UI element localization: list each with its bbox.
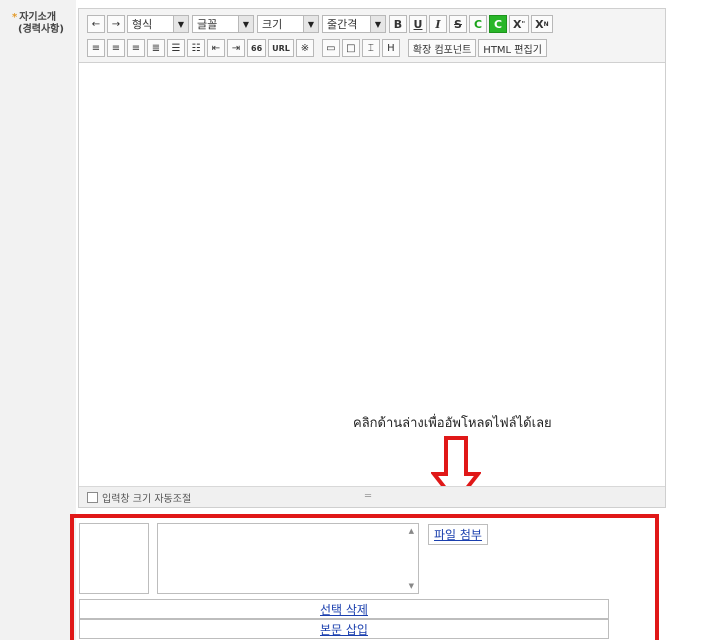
- align-center-icon[interactable]: ≡: [107, 39, 125, 57]
- underline-button[interactable]: U: [409, 15, 427, 33]
- background-color-button[interactable]: C: [489, 15, 507, 33]
- editor-toolbar: ← → 형식 ▼ 글꼴 ▼ 크기 ▼ 줄간격 ▼ B U I S C C X "…: [79, 9, 665, 63]
- line-height-select-label: 줄간격: [327, 18, 358, 31]
- html-editor-button[interactable]: HTML 편집기: [478, 39, 547, 57]
- italic-button[interactable]: I: [429, 15, 447, 33]
- align-left-icon[interactable]: ≡: [87, 39, 105, 57]
- font-select-label: 글꼴: [197, 18, 218, 31]
- font-select[interactable]: 글꼴 ▼: [192, 15, 254, 33]
- unordered-list-icon[interactable]: ☷: [187, 39, 205, 57]
- table-row-icon[interactable]: H: [381, 39, 400, 57]
- toolbar-row-2: ≡ ≡ ≡ ≣ ☰ ☷ ⇤ ⇥ 66 URL ※ ▭ □ ⌶ H 확장 컴포넌트…: [87, 38, 549, 58]
- bold-button[interactable]: B: [389, 15, 407, 33]
- url-button[interactable]: URL: [268, 39, 294, 57]
- label-column: * 자기소개 (경력사항): [0, 0, 76, 640]
- line-height-select[interactable]: 줄간격 ▼: [322, 15, 386, 33]
- size-select[interactable]: 크기 ▼: [257, 15, 319, 33]
- table-cell-icon[interactable]: □: [341, 39, 360, 57]
- superscript-main: X: [513, 17, 522, 31]
- required-mark: *: [12, 12, 18, 23]
- attach-file-button[interactable]: 파일 첨부: [428, 524, 488, 545]
- superscript-mark: ": [521, 20, 526, 28]
- format-select-label: 형식: [132, 18, 153, 31]
- indent-icon[interactable]: ⇥: [227, 39, 245, 57]
- subscript-button[interactable]: XN: [531, 15, 553, 33]
- font-color-button[interactable]: C: [469, 15, 487, 33]
- quote-icon[interactable]: 66: [247, 39, 267, 57]
- strikethrough-button[interactable]: S: [449, 15, 467, 33]
- editor-content-area[interactable]: คลิกด้านล่างเพื่ออัพโหลดไฟล์ได้เลย: [79, 64, 665, 506]
- file-thumbnail-preview: [79, 523, 149, 594]
- extend-component-button[interactable]: 확장 컴포넌트: [407, 39, 477, 57]
- superscript-button[interactable]: X ": [509, 15, 530, 33]
- insert-into-body-button[interactable]: 본문 삽입: [79, 619, 609, 639]
- field-label-line1: 자기소개: [19, 12, 57, 23]
- format-select[interactable]: 형식 ▼: [127, 15, 189, 33]
- chevron-down-icon: ▼: [303, 16, 318, 32]
- attached-file-list[interactable]: ▲ ▼: [157, 523, 419, 594]
- chevron-down-icon: ▼: [238, 16, 253, 32]
- scroll-down-icon[interactable]: ▼: [409, 582, 414, 590]
- delete-selected-button[interactable]: 선택 삭제: [79, 599, 609, 619]
- table-insert-icon[interactable]: ▭: [321, 39, 340, 57]
- editor-footer: 입력창 크기 자동조절 ═: [79, 486, 665, 507]
- undo-button[interactable]: ←: [87, 15, 105, 33]
- outdent-icon[interactable]: ⇤: [207, 39, 225, 57]
- size-select-label: 크기: [262, 18, 283, 31]
- upload-hint-annotation: คลิกด้านล่างเพื่ออัพโหลดไฟล์ได้เลย: [353, 416, 552, 431]
- align-justify-icon[interactable]: ≣: [147, 39, 165, 57]
- rich-text-editor: ← → 형식 ▼ 글꼴 ▼ 크기 ▼ 줄간격 ▼ B U I S C C X "…: [78, 8, 666, 508]
- align-right-icon[interactable]: ≡: [127, 39, 145, 57]
- chevron-down-icon: ▼: [173, 16, 188, 32]
- subscript-mark: N: [543, 20, 549, 28]
- resize-grip-icon[interactable]: ═: [365, 491, 371, 502]
- field-label-line2: (경력사항): [18, 24, 64, 35]
- ordered-list-icon[interactable]: ☰: [167, 39, 185, 57]
- field-label-self-intro: * 자기소개 (경력사항): [12, 12, 64, 36]
- redo-button[interactable]: →: [107, 15, 125, 33]
- scroll-up-icon[interactable]: ▲: [409, 527, 414, 535]
- autosize-checkbox[interactable]: [87, 491, 98, 503]
- table-column-icon[interactable]: ⌶: [361, 39, 380, 57]
- special-char-icon[interactable]: ※: [295, 39, 314, 57]
- autosize-label: 입력창 크기 자동조절: [102, 493, 192, 505]
- subscript-main: X: [535, 17, 544, 31]
- chevron-down-icon: ▼: [370, 16, 385, 32]
- toolbar-row-1: ← → 형식 ▼ 글꼴 ▼ 크기 ▼ 줄간격 ▼ B U I S C C X "…: [87, 14, 555, 34]
